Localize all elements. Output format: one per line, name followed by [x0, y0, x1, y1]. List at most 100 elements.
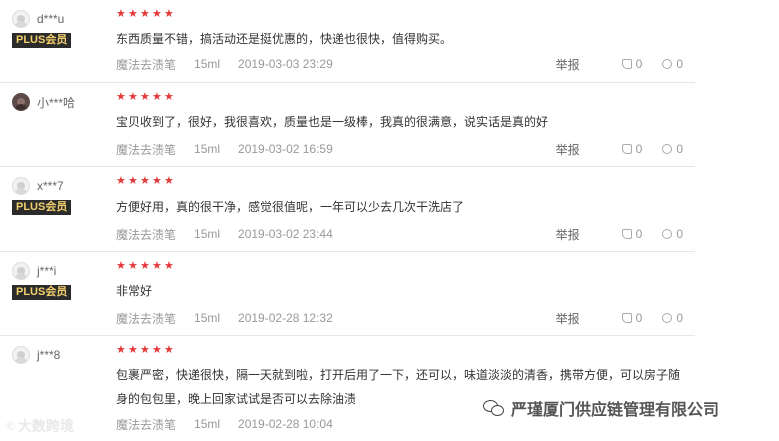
star-icon: ★: [116, 343, 126, 356]
user-avatar[interactable]: [12, 93, 30, 111]
review-actions: 举报 0 0: [556, 56, 683, 73]
username[interactable]: x***7: [37, 179, 64, 193]
star-icon: ★: [152, 259, 162, 272]
product-spec: 15ml: [194, 57, 221, 71]
reply-button[interactable]: 0: [662, 142, 683, 156]
review-item: d***u PLUS会员 ★ ★ ★ ★ ★ 东西质量不错，搞活动还是挺优惠的，快递也很…: [0, 0, 695, 83]
review-user: x***7 PLUS会员: [12, 177, 112, 215]
star-rating: ★ ★ ★ ★ ★: [116, 260, 176, 272]
product-name: 魔法去渍笔: [116, 311, 177, 326]
star-icon: ★: [152, 343, 162, 356]
thumbs-up-icon: [621, 59, 632, 69]
review-meta: 魔法去渍笔 15ml 2019-03-03 23:29: [116, 57, 333, 72]
review-item: j***i PLUS会员 ★ ★ ★ ★ ★ 非常好 魔法去渍笔 15ml 2019-0…: [0, 252, 695, 336]
review-date: 2019-03-03 23:29: [238, 57, 333, 71]
username[interactable]: j***8: [37, 348, 60, 362]
star-icon: ★: [128, 343, 138, 356]
watermark-left: © 大数跨境: [6, 416, 74, 436]
product-name: 魔法去渍笔: [116, 142, 177, 157]
product-spec: 15ml: [194, 142, 221, 156]
username[interactable]: d***u: [37, 12, 64, 26]
star-rating: ★ ★ ★ ★ ★: [116, 344, 176, 356]
comment-icon: [662, 229, 673, 239]
like-button[interactable]: 0: [621, 227, 643, 241]
review-content: 非常好: [116, 284, 153, 298]
star-icon: ★: [128, 7, 138, 20]
reply-count: 0: [676, 311, 683, 325]
star-icon: ★: [140, 259, 150, 272]
reply-count: 0: [676, 57, 683, 71]
star-icon: ★: [164, 174, 174, 187]
star-icon: ★: [140, 7, 150, 20]
user-avatar[interactable]: [12, 262, 30, 280]
star-rating: ★ ★ ★ ★ ★: [116, 91, 176, 103]
product-name: 魔法去渍笔: [116, 417, 177, 432]
like-button[interactable]: 0: [621, 142, 643, 156]
comment-icon: [662, 59, 673, 69]
like-count: 0: [635, 227, 643, 241]
watermark-right-text: 严瑾厦门供应链管理有限公司: [511, 402, 720, 419]
star-icon: ★: [128, 259, 138, 272]
reply-button[interactable]: 0: [662, 311, 683, 325]
review-user: j***i PLUS会员: [12, 262, 112, 300]
review-user: 小***哈: [12, 93, 112, 111]
like-count: 0: [635, 57, 643, 71]
plus-member-badge: PLUS会员: [12, 200, 72, 215]
report-button[interactable]: 举报: [556, 310, 580, 327]
thumbs-up-icon: [621, 229, 632, 239]
review-date: 2019-02-28 12:32: [238, 311, 333, 325]
review-date: 2019-02-28 10:04: [238, 417, 333, 431]
reply-button[interactable]: 0: [662, 227, 683, 241]
review-actions: 举报 0 0: [556, 226, 683, 243]
watermark-logo-icon: ©: [6, 419, 15, 433]
product-spec: 15ml: [194, 227, 221, 241]
like-count: 0: [635, 142, 643, 156]
product-name: 魔法去渍笔: [116, 57, 177, 72]
review-content: 东西质量不错，搞活动还是挺优惠的，快递也很快，值得购买。: [116, 32, 453, 46]
review-meta: 魔法去渍笔 15ml 2019-02-28 12:32: [116, 311, 333, 326]
username[interactable]: j***i: [37, 264, 56, 278]
thumbs-up-icon: [621, 144, 632, 154]
review-user: d***u PLUS会员: [12, 10, 112, 48]
reply-count: 0: [676, 227, 683, 241]
watermark-left-text: 大数跨境: [17, 418, 74, 434]
review-content: 方便好用，真的很干净，感觉很值呢，一年可以少去几次干洗店了: [116, 200, 465, 214]
star-icon: ★: [140, 90, 150, 103]
user-avatar[interactable]: [12, 346, 30, 364]
star-rating: ★ ★ ★ ★ ★: [116, 8, 176, 20]
report-button[interactable]: 举报: [556, 56, 580, 73]
user-avatar[interactable]: [12, 10, 30, 28]
review-item: 小***哈 ★ ★ ★ ★ ★ 宝贝收到了，很好，我很喜欢，质量也是一级棒，我真的很满意…: [0, 83, 695, 167]
comment-icon: [662, 144, 673, 154]
watermark-right: 严瑾厦门供应链管理有限公司: [483, 396, 719, 420]
review-item: j***8 ★ ★ ★ ★ ★ 包裹严密，快递很快，隔一天就到啦，打开后用了一下，还可以…: [0, 336, 695, 441]
plus-member-badge: PLUS会员: [12, 285, 72, 300]
star-icon: ★: [152, 174, 162, 187]
star-icon: ★: [116, 174, 126, 187]
review-date: 2019-03-02 23:44: [238, 227, 333, 241]
star-icon: ★: [152, 90, 162, 103]
username[interactable]: 小***哈: [37, 94, 75, 111]
star-icon: ★: [140, 343, 150, 356]
review-date: 2019-03-02 16:59: [238, 142, 333, 156]
star-icon: ★: [116, 259, 126, 272]
user-avatar[interactable]: [12, 177, 30, 195]
product-spec: 15ml: [194, 311, 221, 325]
star-icon: ★: [164, 259, 174, 272]
review-meta: 魔法去渍笔 15ml 2019-02-28 10:04: [116, 417, 333, 432]
report-button[interactable]: 举报: [556, 141, 580, 158]
review-item: x***7 PLUS会员 ★ ★ ★ ★ ★ 方便好用，真的很干净，感觉很值呢，一年可以…: [0, 167, 695, 252]
star-icon: ★: [164, 343, 174, 356]
like-button[interactable]: 0: [621, 57, 643, 71]
review-actions: 举报 0 0: [556, 310, 683, 327]
review-meta: 魔法去渍笔 15ml 2019-03-02 16:59: [116, 142, 333, 157]
star-icon: ★: [128, 90, 138, 103]
review-meta: 魔法去渍笔 15ml 2019-03-02 23:44: [116, 227, 333, 242]
thumbs-up-icon: [621, 313, 632, 323]
reply-count: 0: [676, 142, 683, 156]
star-rating: ★ ★ ★ ★ ★: [116, 175, 176, 187]
review-content: 宝贝收到了，很好，我很喜欢，质量也是一级棒，我真的很满意，说实话是真的好: [116, 115, 549, 129]
report-button[interactable]: 举报: [556, 226, 580, 243]
like-button[interactable]: 0: [621, 311, 642, 325]
reply-button[interactable]: 0: [662, 57, 683, 71]
